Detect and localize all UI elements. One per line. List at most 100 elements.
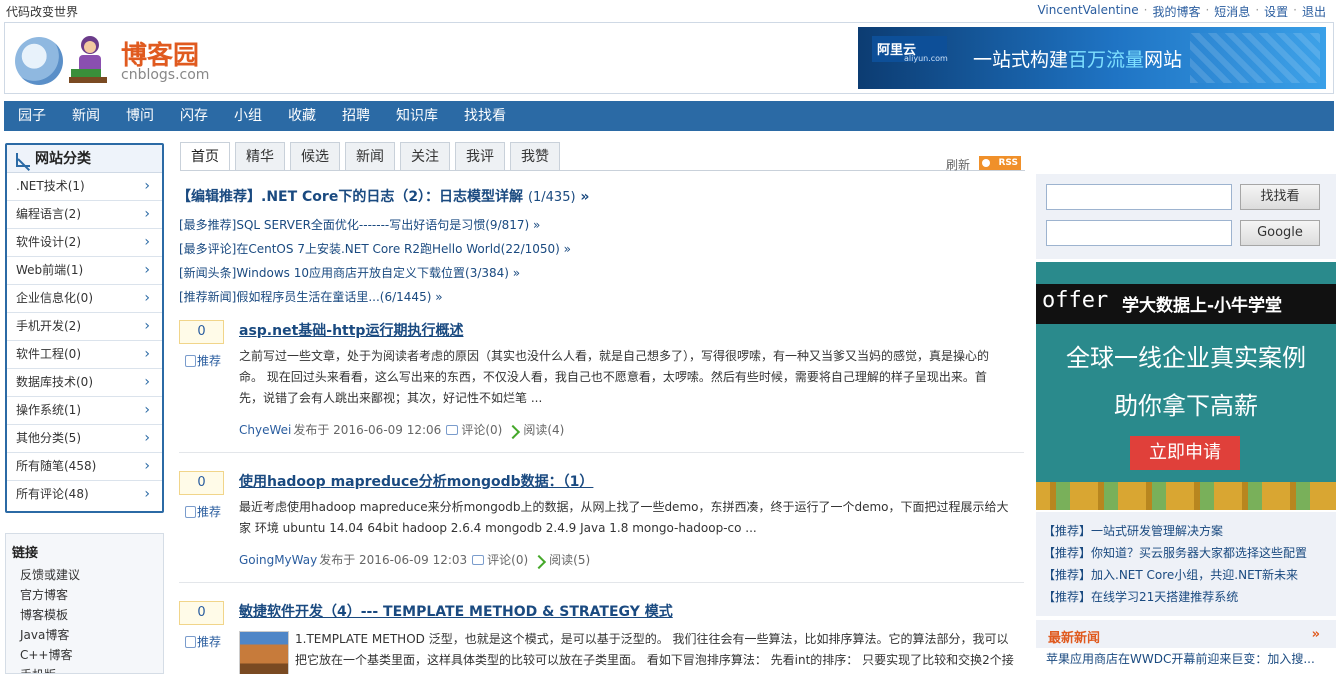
post-thumbnail <box>239 631 289 674</box>
post-item: 0 推荐 使用hadoop mapreduce分析mongodb数据：（1） 最… <box>179 471 1024 571</box>
rss-icon[interactable]: RSS <box>979 156 1021 170</box>
post-summary: 之前写过一些文章，处于为阅读者考虑的原因（其实也没什么人看，就是自己想多了），写… <box>239 349 990 405</box>
site-logo[interactable]: 博客园 cnblogs.com <box>13 31 213 89</box>
post-comments[interactable]: 评论(0) <box>487 551 528 568</box>
category-item[interactable]: 其他分类(5) › <box>7 425 162 453</box>
nav-groups[interactable]: 小组 <box>234 101 262 131</box>
post-reads[interactable]: 阅读(5) <box>549 551 590 568</box>
category-item[interactable]: Web前端(1) › <box>7 257 162 285</box>
category-item[interactable]: 数据库技术(0) › <box>7 369 162 397</box>
post-divider <box>179 452 1024 453</box>
category-item[interactable]: 手机开发(2) › <box>7 313 162 341</box>
post-reads[interactable]: 阅读(4) <box>523 421 564 438</box>
comment-icon <box>446 424 459 435</box>
arrow-corner-icon <box>16 153 30 167</box>
recommend-button[interactable]: 推荐 <box>181 351 226 371</box>
post-comments[interactable]: 评论(0) <box>461 421 502 438</box>
tab-following[interactable]: 关注 <box>400 142 450 171</box>
chevron-right-icon: › <box>144 290 150 306</box>
read-icon <box>508 425 520 435</box>
read-icon <box>534 555 546 565</box>
chevron-right-icon: › <box>144 486 150 502</box>
post-author[interactable]: GoingMyWay <box>239 553 317 567</box>
category-item[interactable]: 软件工程(0) › <box>7 341 162 369</box>
vote-count: 0 <box>179 471 224 495</box>
refresh-link[interactable]: 刷新 <box>946 156 970 173</box>
tab-my-comments[interactable]: 我评 <box>455 142 505 171</box>
category-item[interactable]: 操作系统(1) › <box>7 397 162 425</box>
nav-jobs[interactable]: 招聘 <box>342 101 370 131</box>
post-title[interactable]: asp.net基础-http运行期执行概述 <box>239 320 463 340</box>
promo-item[interactable]: 【推荐】加入.NET Core小组，共迎.NET新未来 <box>1036 564 1336 586</box>
settings-link[interactable]: 设置 <box>1264 3 1288 20</box>
site-header: 博客园 cnblogs.com 阿里云 aliyun.com 一站式构建百万流量… <box>4 22 1334 94</box>
category-item[interactable]: 所有随笔(458) › <box>7 453 162 481</box>
recommend-button[interactable]: 推荐 <box>181 502 226 522</box>
link-item[interactable]: Java博客 <box>6 625 163 645</box>
ad-apply-button[interactable]: 立即申请 <box>1130 436 1240 470</box>
latest-news-more-link[interactable]: » <box>1312 627 1320 642</box>
comment-icon <box>472 554 485 565</box>
nav-questions[interactable]: 博问 <box>126 101 154 131</box>
category-item[interactable]: 编程语言(2) › <box>7 201 162 229</box>
recommend-button[interactable]: 推荐 <box>181 632 226 652</box>
promo-item[interactable]: 【推荐】一站式研发管理解决方案 <box>1036 520 1336 542</box>
latest-news-item[interactable]: 苹果应用商店在WWDC开幕前迎来巨变：加入搜... <box>1046 650 1326 667</box>
post-title[interactable]: 使用hadoop mapreduce分析mongodb数据：（1） <box>239 471 593 491</box>
messages-link[interactable]: 短消息 <box>1214 3 1250 20</box>
category-panel: 网站分类 .NET技术(1) › 编程语言(2) › 软件设计(2) › Web前端(… <box>5 143 164 513</box>
category-item[interactable]: 软件设计(2) › <box>7 229 162 257</box>
chevron-right-icon: › <box>144 318 150 334</box>
link-item[interactable]: 官方博客 <box>6 585 163 605</box>
category-item[interactable]: 所有评论(48) › <box>7 481 162 509</box>
tab-featured[interactable]: 精华 <box>235 142 285 171</box>
user-links: VincentValentine · 我的博客 · 短消息 · 设置 · 退出 <box>1037 3 1326 20</box>
my-blog-link[interactable]: 我的博客 <box>1152 3 1200 20</box>
reader-mascot-icon <box>69 36 107 83</box>
nav-favorites[interactable]: 收藏 <box>288 101 316 131</box>
category-item[interactable]: 企业信息化(0) › <box>7 285 162 313</box>
link-item[interactable]: 手机版 <box>6 665 163 673</box>
post-author[interactable]: ChyeWei <box>239 423 291 437</box>
username-link[interactable]: VincentValentine <box>1037 3 1138 20</box>
nav-yuanzi[interactable]: 园子 <box>18 101 46 131</box>
chevron-right-icon: › <box>144 234 150 250</box>
nav-flash[interactable]: 闪存 <box>180 101 208 131</box>
chevron-right-icon: › <box>144 262 150 278</box>
rec-headline[interactable]: [新闻头条]Windows 10应用商店开放自定义下载位置(3/384) » <box>179 264 520 281</box>
zzk-search-button[interactable]: 找找看 <box>1240 184 1320 210</box>
link-item[interactable]: C++博客 <box>6 645 163 665</box>
post-title[interactable]: 敏捷软件开发（4）--- TEMPLATE METHOD & STRATEGY … <box>239 601 673 621</box>
category-item[interactable]: .NET技术(1) › <box>7 173 162 201</box>
ad-offer-text: offer <box>1042 288 1109 313</box>
google-search-input[interactable] <box>1046 220 1232 246</box>
rec-most-recommended[interactable]: [最多推荐]SQL SERVER全面优化-------写出好语句是习惯(9/81… <box>179 216 540 233</box>
latest-news-header: 最新新闻 » <box>1036 620 1336 648</box>
tab-news[interactable]: 新闻 <box>345 142 395 171</box>
link-item[interactable]: 博客模板 <box>6 605 163 625</box>
logout-link[interactable]: 退出 <box>1302 3 1326 20</box>
editor-recommendation[interactable]: 【编辑推荐】.NET Core下的日志（2）：日志模型详解 (1/435) » <box>177 186 589 206</box>
post-divider <box>179 582 1024 583</box>
post-meta: ChyeWei 发布于 2016-06-09 12:06 评论(0) 阅读(4) <box>239 421 564 438</box>
link-item[interactable]: 反馈或建议 <box>6 565 163 585</box>
tab-candidate[interactable]: 候选 <box>290 142 340 171</box>
zzk-search-input[interactable] <box>1046 184 1232 210</box>
promo-item[interactable]: 【推荐】在线学习21天搭建推荐系统 <box>1036 586 1336 608</box>
rec-news[interactable]: [推荐新闻]假如程序员生活在童话里...(6/1445) » <box>179 288 443 305</box>
post-item: 0 推荐 asp.net基础-http运行期执行概述 之前写过一些文章，处于为阅… <box>179 320 1024 440</box>
rec-most-commented[interactable]: [最多评论]在CentOS 7上安装.NET Core R2跑Hello Wor… <box>179 240 571 257</box>
links-title: 链接 <box>12 546 39 561</box>
xiaoniu-ad[interactable]: offer 学大数据上-小牛学堂 全球一线企业真实案例 助你拿下高薪 立即申请 <box>1036 262 1336 510</box>
google-search-button[interactable]: Google <box>1240 220 1320 246</box>
tab-my-likes[interactable]: 我赞 <box>510 142 560 171</box>
promo-item[interactable]: 【推荐】你知道？买云服务器大家都选择这些配置 <box>1036 542 1336 564</box>
aliyun-ad-banner[interactable]: 阿里云 aliyun.com 一站式构建百万流量网站 <box>858 27 1326 89</box>
nav-search[interactable]: 找找看 <box>464 101 506 131</box>
chevron-right-icon: › <box>144 178 150 194</box>
rss-logo-icon <box>15 37 63 85</box>
post-summary: 1.TEMPLATE METHOD 泛型，也就是这个模式，是可以基于泛型的。 我… <box>295 632 1014 667</box>
nav-kb[interactable]: 知识库 <box>396 101 438 131</box>
tab-home[interactable]: 首页 <box>180 142 230 171</box>
nav-news[interactable]: 新闻 <box>72 101 100 131</box>
